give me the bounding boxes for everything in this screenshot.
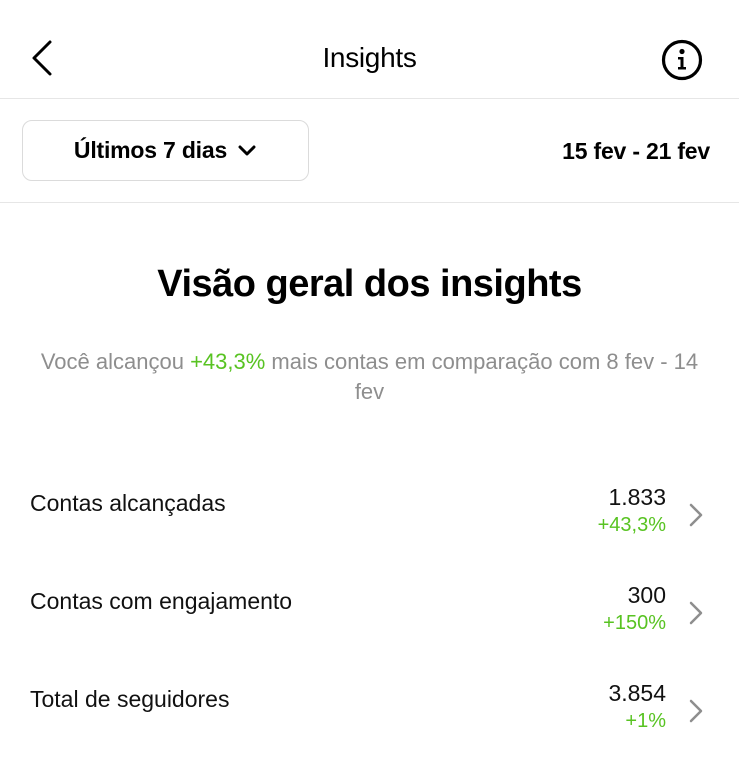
chevron-right-icon [689,699,703,723]
info-button[interactable] [660,38,704,82]
chevron-right-icon [689,503,703,527]
summary-suffix: mais contas em comparação com 8 fev - 14… [265,349,699,404]
chevron-down-icon [238,145,256,155]
metric-label: Total de seguidores [30,686,230,712]
metric-row-accounts-reached[interactable]: Contas alcançadas 1.833 +43,3% [0,480,739,560]
metric-row-total-followers[interactable]: Total de seguidores 3.854 +1% [0,676,739,756]
metric-value: 300 [627,582,666,608]
summary-highlight: +43,3% [190,349,266,374]
metric-value: 3.854 [608,680,666,706]
chevron-right-icon [689,601,703,625]
metric-change: +150% [603,612,666,634]
overview-summary: Você alcançou +43,3% mais contas em comp… [40,347,699,407]
metric-change: +43,3% [597,514,666,536]
page-title: Insights [322,42,417,73]
date-range-dropdown[interactable]: Últimos 7 dias [22,120,309,181]
date-range-dropdown-label: Últimos 7 dias [73,137,228,163]
selected-date-range: 15 fev - 21 fev [562,138,710,164]
metric-change: +1% [625,710,666,732]
top-nav-bar: Insights [0,0,739,99]
metric-label: Contas com engajamento [30,588,293,614]
metric-row-accounts-engaged[interactable]: Contas com engajamento 300 +150% [0,578,739,658]
overview-heading: Visão geral dos insights [157,263,582,305]
summary-prefix: Você alcançou [40,349,191,374]
metric-value: 1.833 [608,484,666,510]
date-filter-bar: Últimos 7 dias 15 fev - 21 fev [0,100,739,203]
info-circle-icon [661,39,703,81]
metric-label: Contas alcançadas [30,490,226,516]
